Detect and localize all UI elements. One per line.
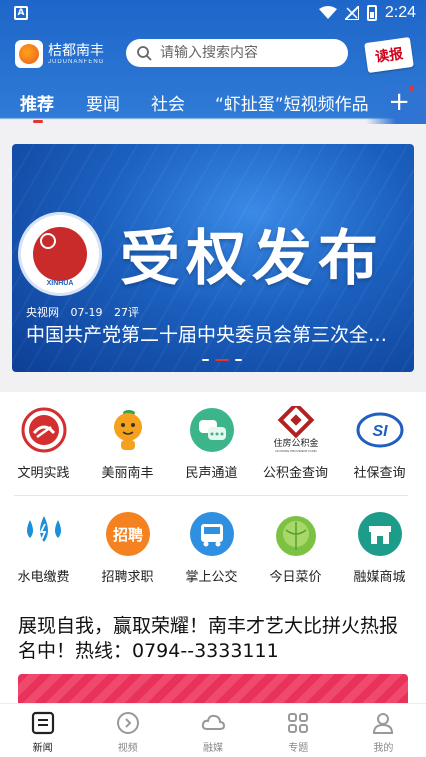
cloud-icon bbox=[201, 714, 226, 730]
service-label: 公积金查询 bbox=[262, 466, 328, 481]
service-label: 社保查询 bbox=[353, 466, 406, 481]
service-label: 融媒商城 bbox=[353, 570, 406, 585]
housing-fund-mini-en: HOUSING PROVIDENT FUND bbox=[275, 449, 317, 453]
service-label: 今日菜价 bbox=[269, 570, 322, 585]
channel-tabs: 推荐 要闻 社会 “虾扯蛋”短视频作品 + bbox=[0, 84, 426, 124]
service-row-1: 文明实践 美丽南丰 民声通道 住房公积金 HOUSING PROVIDENT FU… bbox=[0, 406, 426, 481]
tab-short-video[interactable]: “虾扯蛋”短视频作品 bbox=[215, 90, 369, 115]
recruitment-icon: 招聘 bbox=[104, 510, 152, 558]
orange-logo-icon bbox=[15, 40, 43, 68]
news-title[interactable]: 展现自我，赢取荣耀！南丰才艺大比拼火热报名中！热线：0794--3333111 bbox=[18, 614, 410, 664]
topics-grid-icon bbox=[288, 713, 309, 733]
nav-news[interactable]: 新闻 bbox=[0, 704, 85, 757]
carousel-dots bbox=[202, 359, 242, 361]
service-civilization-practice[interactable]: 文明实践 bbox=[3, 406, 84, 481]
housing-fund-icon: 住房公积金 HOUSING PROVIDENT FUND bbox=[272, 406, 320, 454]
shop-icon bbox=[356, 510, 404, 558]
nav-label: 新闻 bbox=[32, 743, 53, 754]
service-bus[interactable]: 掌上公交 bbox=[171, 510, 252, 585]
housing-fund-mini-text: 住房公积金 bbox=[273, 437, 318, 449]
service-label: 文明实践 bbox=[17, 466, 70, 481]
banner-carousel[interactable]: XINHUA 受权发布 央视网 07-19 27评 中国共产党第二十届中央委员会… bbox=[12, 144, 414, 372]
banner-meta: 央视网 07-19 27评 bbox=[26, 304, 147, 320]
banner-title: 受权发布 bbox=[120, 224, 384, 294]
nav-label: 专题 bbox=[288, 743, 309, 754]
banner-source: 央视网 bbox=[26, 306, 59, 319]
service-label: 掌上公交 bbox=[185, 570, 238, 585]
water-electricity-icon bbox=[20, 510, 68, 558]
notification-a-icon: A bbox=[14, 6, 28, 20]
search-input[interactable] bbox=[160, 45, 340, 61]
logo-subtitle: JUDUNANFENG bbox=[48, 59, 105, 65]
search-icon bbox=[137, 46, 152, 61]
service-vegetable-price[interactable]: 今日菜价 bbox=[255, 510, 336, 585]
nav-label: 我的 bbox=[373, 743, 394, 754]
new-dot-badge bbox=[409, 86, 414, 91]
carousel-dot[interactable] bbox=[235, 359, 242, 361]
carousel-dot[interactable] bbox=[202, 359, 209, 361]
xinhua-emblem: XINHUA bbox=[18, 212, 102, 296]
chat-bubbles-icon bbox=[188, 406, 236, 454]
emblem-text: XINHUA bbox=[46, 280, 74, 287]
recruitment-icon-text: 招聘 bbox=[112, 526, 142, 544]
service-label: 水电缴费 bbox=[17, 570, 70, 585]
search-bar[interactable] bbox=[126, 39, 348, 67]
read-newspaper-button[interactable]: 读报 bbox=[364, 36, 414, 74]
battery-icon bbox=[366, 5, 377, 21]
active-tab-indicator bbox=[33, 120, 43, 123]
service-shop[interactable]: 融媒商城 bbox=[339, 510, 420, 585]
news-icon bbox=[31, 711, 54, 735]
tab-recommend[interactable]: 推荐 bbox=[20, 90, 54, 115]
video-icon bbox=[116, 712, 139, 734]
banner-comments: 27评 bbox=[113, 306, 139, 319]
service-water-electricity[interactable]: 水电缴费 bbox=[3, 510, 84, 585]
civilization-practice-icon bbox=[20, 406, 68, 454]
nav-profile[interactable]: 我的 bbox=[341, 704, 426, 757]
signal-icon bbox=[344, 6, 359, 20]
svg-text:SI: SI bbox=[372, 423, 388, 440]
wifi-icon bbox=[318, 6, 337, 19]
service-label: 招聘求职 bbox=[101, 570, 154, 585]
service-grid: 文明实践 美丽南丰 民声通道 住房公积金 HOUSING PROVIDENT FU… bbox=[0, 392, 426, 602]
status-bar: A 2:24 bbox=[0, 0, 426, 28]
service-row-2: 水电缴费 招聘 招聘求职 掌上公交 今日菜价 融媒商城 bbox=[0, 510, 426, 585]
bus-icon bbox=[188, 510, 236, 558]
nav-label: 视频 bbox=[117, 743, 138, 754]
carousel-dot-active[interactable] bbox=[215, 359, 229, 361]
social-security-icon: SI bbox=[356, 406, 404, 454]
add-channel-button[interactable]: + bbox=[388, 88, 410, 116]
service-social-security[interactable]: SI 社保查询 bbox=[339, 406, 420, 481]
profile-icon bbox=[373, 713, 394, 734]
service-beautiful-nanfeng[interactable]: 美丽南丰 bbox=[87, 406, 168, 481]
cabbage-icon bbox=[272, 510, 320, 558]
service-label: 美丽南丰 bbox=[101, 466, 154, 481]
nav-media[interactable]: 融媒 bbox=[170, 704, 255, 757]
nav-topics[interactable]: 专题 bbox=[256, 704, 341, 757]
orange-mascot-icon bbox=[104, 406, 152, 454]
grid-divider bbox=[14, 495, 408, 496]
service-label: 民声通道 bbox=[185, 466, 238, 481]
service-housing-fund[interactable]: 住房公积金 HOUSING PROVIDENT FUND 公积金查询 bbox=[255, 406, 336, 481]
app-logo[interactable]: 桔都南丰 JUDUNANFENG bbox=[15, 39, 119, 69]
status-icons: 2:24 bbox=[318, 4, 416, 22]
clock: 2:24 bbox=[384, 4, 416, 21]
service-recruitment[interactable]: 招聘 招聘求职 bbox=[87, 510, 168, 585]
banner-headline[interactable]: 中国共产党第二十届中央委员会第三次全… bbox=[26, 320, 406, 347]
tab-society[interactable]: 社会 bbox=[151, 90, 185, 115]
service-public-voice[interactable]: 民声通道 bbox=[171, 406, 252, 481]
tab-important-news[interactable]: 要闻 bbox=[86, 90, 120, 115]
bottom-navigation: 新闻 视频 融媒 专题 我的 bbox=[0, 703, 426, 757]
search-row: 桔都南丰 JUDUNANFENG 读报 bbox=[0, 36, 426, 74]
logo-name: 桔都南丰 bbox=[48, 43, 104, 59]
nav-label: 融媒 bbox=[203, 743, 223, 754]
banner-date: 07-19 bbox=[70, 306, 103, 319]
nav-video[interactable]: 视频 bbox=[85, 704, 170, 757]
